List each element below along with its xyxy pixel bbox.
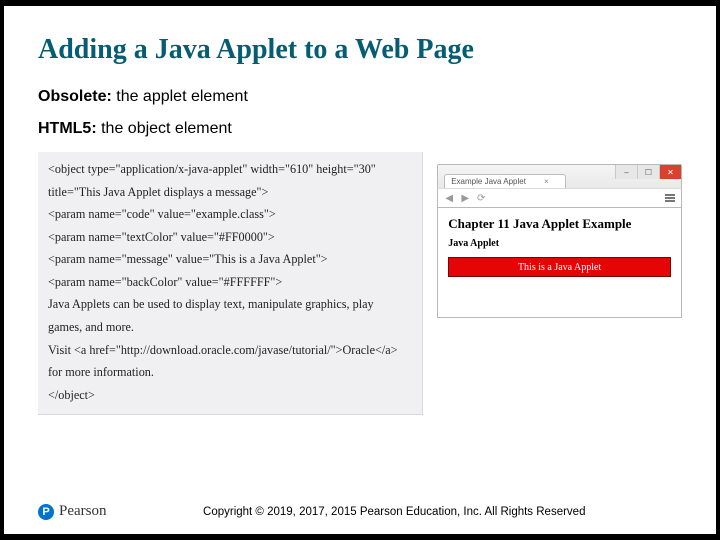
bullet-obsolete-text: the applet element — [112, 88, 248, 105]
tab-title: Example Java Applet — [451, 177, 526, 186]
bullet-html5-label: HTML5: — [38, 120, 97, 137]
menu-icon — [665, 194, 675, 202]
code-line: Java Applets can be used to display text… — [48, 293, 412, 316]
page-heading: Chapter 11 Java Applet Example — [448, 216, 671, 232]
code-line: <param name="backColor" value="#FFFFFF"> — [48, 271, 412, 294]
code-line: for more information. — [48, 361, 412, 384]
reload-icon: ⟳ — [476, 193, 486, 203]
code-example: <object type="application/x-java-applet"… — [38, 152, 423, 415]
minimize-icon: – — [615, 165, 637, 179]
browser-tab: Example Java Applet × — [444, 174, 565, 188]
code-line: <param name="textColor" value="#FF0000"> — [48, 226, 412, 249]
close-icon: × — [544, 177, 549, 186]
bullet-obsolete: Obsolete: the applet element — [38, 88, 682, 106]
applet-text: This is a Java Applet — [518, 262, 601, 273]
slide: Adding a Java Applet to a Web Page Obsol… — [4, 6, 716, 534]
bullet-html5-text: the object element — [97, 120, 232, 137]
close-window-icon: ✕ — [659, 165, 681, 179]
code-line: </object> — [48, 384, 412, 407]
slide-title: Adding a Java Applet to a Web Page — [38, 34, 682, 66]
pearson-logo-text: Pearson — [59, 503, 107, 520]
footer: P Pearson Copyright © 2019, 2017, 2015 P… — [38, 503, 682, 520]
code-line: Visit <a href="http://download.oracle.co… — [48, 339, 412, 362]
pearson-logo: P Pearson — [38, 503, 107, 520]
code-line: <param name="code" value="example.class"… — [48, 203, 412, 226]
page-subheading: Java Applet — [448, 238, 671, 249]
back-icon: ◀ — [444, 193, 454, 203]
copyright-text: Copyright © 2019, 2017, 2015 Pearson Edu… — [107, 506, 683, 518]
forward-icon: ▶ — [460, 193, 470, 203]
browser-titlebar: Example Java Applet × – ☐ ✕ — [437, 164, 682, 188]
code-line: games, and more. — [48, 316, 412, 339]
bullet-html5: HTML5: the object element — [38, 120, 682, 138]
browser-page: Chapter 11 Java Applet Example Java Appl… — [437, 208, 682, 318]
maximize-icon: ☐ — [637, 165, 659, 179]
browser-screenshot: Example Java Applet × – ☐ ✕ ◀ ▶ ⟳ Chapte… — [437, 164, 682, 318]
window-controls: – ☐ ✕ — [615, 165, 681, 179]
content-row: <object type="application/x-java-applet"… — [38, 152, 682, 415]
code-line: <param name="message" value="This is a J… — [48, 248, 412, 271]
bullet-obsolete-label: Obsolete: — [38, 88, 112, 105]
browser-toolbar: ◀ ▶ ⟳ — [437, 188, 682, 208]
pearson-logo-icon: P — [38, 504, 54, 520]
code-line: <object type="application/x-java-applet"… — [48, 158, 412, 181]
code-line: title="This Java Applet displays a messa… — [48, 181, 412, 204]
java-applet-bar: This is a Java Applet — [448, 257, 671, 277]
